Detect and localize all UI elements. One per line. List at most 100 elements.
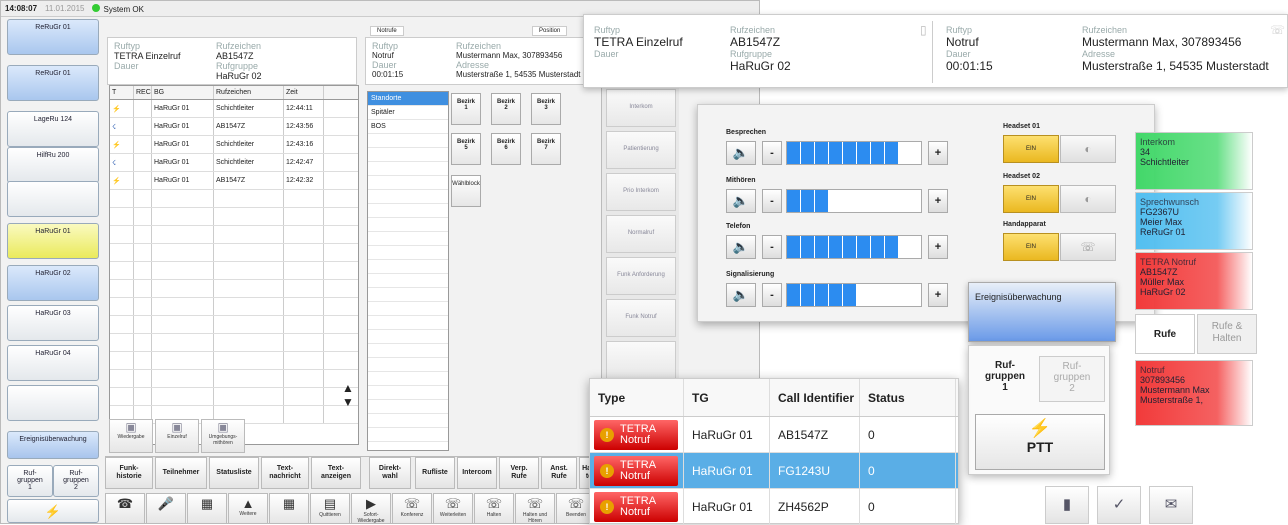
left-tab[interactable]: Ruf- gruppen 1 bbox=[7, 465, 53, 497]
bottom-tab[interactable]: Text- nachricht bbox=[261, 457, 309, 489]
volume-down-button[interactable]: - bbox=[762, 189, 782, 213]
grid-action-button[interactable]: ▣ Umgebungs- mithören bbox=[201, 419, 245, 453]
bottom-tab[interactable]: Teilnehmer bbox=[155, 457, 207, 489]
list-item[interactable]: BOS bbox=[368, 120, 448, 134]
speaker-icon[interactable]: 🔈 bbox=[726, 141, 756, 165]
grid-button[interactable]: ▦ bbox=[269, 493, 309, 523]
table-row[interactable]: ⚡ HaRuGr 01 Schichtleiter 12:44:11 bbox=[110, 100, 358, 118]
column-header[interactable]: Call Identifier bbox=[770, 379, 860, 416]
left-button[interactable]: LageRu 124 bbox=[7, 111, 99, 147]
left-button[interactable]: HilfRu 200 bbox=[7, 147, 99, 183]
headset-on-button[interactable]: EIN bbox=[1003, 135, 1059, 163]
district-button[interactable]: Bezirk 7 bbox=[531, 133, 561, 165]
speaker-icon[interactable]: 🔈 bbox=[726, 189, 756, 213]
tab-call-groups-2[interactable]: Ruf- gruppen 2 bbox=[1039, 356, 1105, 402]
hold-button[interactable]: ☏ Halten bbox=[474, 493, 514, 523]
left-button[interactable]: HaRuGr 01 bbox=[7, 223, 99, 259]
column-header[interactable]: Zeit bbox=[284, 86, 324, 99]
tab-rufe-halten[interactable]: Rufe & Halten bbox=[1197, 314, 1257, 354]
left-button[interactable] bbox=[7, 181, 99, 217]
bottom-tab[interactable]: Verp. Rufe bbox=[499, 457, 539, 489]
bottom-tab[interactable]: Anst. Rufe bbox=[541, 457, 577, 489]
tab-position[interactable]: Position bbox=[532, 26, 568, 36]
mic-button[interactable]: 🎤 bbox=[146, 493, 186, 523]
bottom-tab[interactable]: Direkt- wahl bbox=[369, 457, 411, 489]
left-button[interactable]: Ereignisüberwachung bbox=[7, 431, 99, 459]
ptt-button[interactable]: ⚡ PTT bbox=[975, 414, 1105, 470]
table-row[interactable]: ☇ HaRuGr 01 AB1547Z 12:43:56 bbox=[110, 118, 358, 136]
list-item[interactable]: Spitäler bbox=[368, 106, 448, 120]
call-card[interactable]: Interkom 34 Schichtleiter bbox=[1135, 132, 1253, 190]
call-type-button[interactable]: Interkom bbox=[606, 89, 676, 127]
scroll-up-icon[interactable]: ▲ bbox=[337, 381, 359, 395]
phone-out-button[interactable]: ☎ bbox=[105, 493, 145, 523]
headset-on-button[interactable]: EIN bbox=[1003, 185, 1059, 213]
table-row[interactable]: ! TETRA Notruf HaRuGr 01 FG1243U 0 bbox=[590, 453, 958, 489]
column-header[interactable]: Status bbox=[860, 379, 956, 416]
left-button[interactable] bbox=[7, 385, 99, 421]
column-header[interactable]: REC bbox=[134, 86, 152, 99]
bottom-tab[interactable]: Funk- historie bbox=[105, 457, 153, 489]
volume-down-button[interactable]: - bbox=[762, 141, 782, 165]
call-type-button[interactable]: Patientierung bbox=[606, 131, 676, 169]
volume-up-button[interactable]: + bbox=[928, 235, 948, 259]
call-card[interactable]: Notruf 307893456 Mustermann Max Musterstraß… bbox=[1135, 360, 1253, 426]
volume-up-button[interactable]: + bbox=[928, 283, 948, 307]
event-monitoring-button[interactable]: Ereignisüberwachung bbox=[968, 282, 1116, 342]
volume-bar[interactable] bbox=[786, 283, 922, 307]
volume-up-button[interactable]: + bbox=[928, 189, 948, 213]
column-header[interactable]: T bbox=[110, 86, 134, 99]
grid-action-button[interactable]: ▣ Einzelruf bbox=[155, 419, 199, 453]
speaker-icon[interactable]: 🔈 bbox=[726, 235, 756, 259]
message-icon[interactable]: ✉ bbox=[1149, 486, 1193, 524]
district-button[interactable]: Bezirk 1 bbox=[451, 93, 481, 125]
left-button[interactable]: HaRuGr 03 bbox=[7, 305, 99, 341]
keypad-button[interactable]: ▦ bbox=[187, 493, 227, 523]
volume-down-button[interactable]: - bbox=[762, 235, 782, 259]
headset-off-icon[interactable]: ◐ bbox=[1060, 185, 1116, 213]
ptt-small-button[interactable]: ⚡ bbox=[7, 499, 99, 523]
handset-off-icon[interactable]: ☏ bbox=[1060, 233, 1116, 261]
volume-bar[interactable] bbox=[786, 141, 922, 165]
handset-button[interactable]: ☏ Konferenz bbox=[392, 493, 432, 523]
call-type-button[interactable]: Normalruf bbox=[606, 215, 676, 253]
headset-off-icon[interactable]: ◐ bbox=[1060, 135, 1116, 163]
left-tab[interactable]: Ruf- gruppen 2 bbox=[53, 465, 99, 497]
headset-on-button[interactable]: EIN bbox=[1003, 233, 1059, 261]
volume-down-button[interactable]: - bbox=[762, 283, 782, 307]
handset2-button[interactable]: ☏ Weiterleiten bbox=[433, 493, 473, 523]
district-button[interactable]: Bezirk 2 bbox=[491, 93, 521, 125]
speaker-icon[interactable]: 🔈 bbox=[726, 283, 756, 307]
table-row[interactable]: ! TETRA Notruf HaRuGr 01 ZH4562P 0 bbox=[590, 489, 958, 525]
district-button[interactable]: Bezirk 3 bbox=[531, 93, 561, 125]
volume-bar[interactable] bbox=[786, 189, 922, 213]
play-button[interactable]: ▶ Sofort- Wiedergabe bbox=[351, 493, 391, 523]
left-button[interactable]: HaRuGr 02 bbox=[7, 265, 99, 301]
tab-rufe[interactable]: Rufe bbox=[1135, 314, 1195, 354]
left-button[interactable]: ReRuGr 01 bbox=[7, 19, 99, 55]
volume-bar[interactable] bbox=[786, 235, 922, 259]
scroll-down-icon[interactable]: ▼ bbox=[337, 395, 359, 409]
call-card[interactable]: TETRA Notruf AB1547Z Müller Max HaRuGr 02 bbox=[1135, 252, 1253, 310]
column-header[interactable]: BG bbox=[152, 86, 214, 99]
district-button[interactable]: Bezirk 5 bbox=[451, 133, 481, 165]
call-type-button[interactable]: Funk Anforderung bbox=[606, 257, 676, 295]
tab-call-groups-1[interactable]: Ruf- gruppen 1 bbox=[975, 360, 1035, 393]
table-row[interactable]: ⚡ HaRuGr 01 AB1547Z 12:42:32 bbox=[110, 172, 358, 190]
print-button[interactable]: ▤ Quittieren bbox=[310, 493, 350, 523]
call-type-button[interactable]: Prio Interkom bbox=[606, 173, 676, 211]
left-button[interactable]: ReRuGr 01 bbox=[7, 65, 99, 101]
bottom-tab[interactable]: Rufliste bbox=[415, 457, 455, 489]
bottom-tab[interactable]: Intercom bbox=[457, 457, 497, 489]
district-button[interactable]: Wählblock bbox=[451, 175, 481, 207]
district-button[interactable]: Bezirk 6 bbox=[491, 133, 521, 165]
confirm-icon[interactable]: ✓ bbox=[1097, 486, 1141, 524]
tab-notrufe[interactable]: Notrufe bbox=[370, 26, 404, 36]
radio-icon[interactable]: ▮ bbox=[1045, 486, 1089, 524]
table-row[interactable]: ☇ HaRuGr 01 Schichtleiter 12:42:47 bbox=[110, 154, 358, 172]
table-row[interactable]: ! TETRA Notruf HaRuGr 01 AB1547Z 0 bbox=[590, 417, 958, 453]
volume-up-button[interactable]: + bbox=[928, 141, 948, 165]
column-header[interactable]: Rufzeichen bbox=[214, 86, 284, 99]
bottom-tab[interactable]: Statusliste bbox=[209, 457, 259, 489]
table-row[interactable]: ⚡ HaRuGr 01 Schichtleiter 12:43:16 bbox=[110, 136, 358, 154]
